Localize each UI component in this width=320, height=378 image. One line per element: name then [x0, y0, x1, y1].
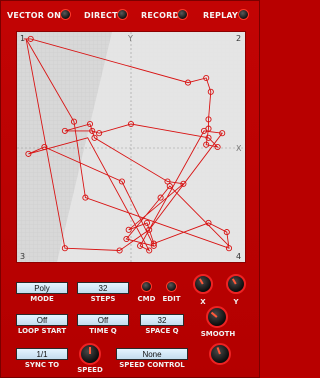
speed-label: SPEED [77, 366, 103, 374]
direct-led-button[interactable] [117, 9, 128, 20]
vector-pad-graphics: 1 2 3 4 Y X [17, 32, 245, 262]
speed-control-display[interactable]: None [116, 348, 188, 360]
smooth-label: SMOOTH [200, 330, 236, 338]
corner-label-1: 1 [20, 34, 25, 43]
space-q-display[interactable]: 32 [140, 314, 184, 326]
speed-control-knob[interactable] [209, 343, 231, 365]
cmd-label: CMD [137, 295, 156, 303]
space-q-label: SPACE Q [145, 327, 179, 335]
vector-on-label: VECTOR ON [7, 11, 62, 20]
mode-display[interactable]: Poly [16, 282, 68, 294]
loop-start-display[interactable]: Off [16, 314, 68, 326]
x-knob-label: X [200, 298, 206, 306]
vector-on-led-button[interactable] [60, 9, 71, 20]
sync-to-display[interactable]: 1/1 [16, 348, 68, 360]
corner-label-2: 2 [236, 34, 241, 43]
x-knob[interactable] [193, 274, 213, 294]
steps-display[interactable]: 32 [77, 282, 129, 294]
steps-label: STEPS [90, 295, 116, 303]
mode-label: MODE [30, 295, 54, 303]
record-led-button[interactable] [177, 9, 188, 20]
speed-knob[interactable] [79, 343, 101, 365]
speed-control-label: SPEED CONTROL [119, 361, 185, 369]
time-q-label: TIME Q [89, 327, 117, 335]
sync-to-label: SYNC TO [24, 361, 60, 369]
corner-label-4: 4 [236, 252, 241, 261]
edit-label: EDIT [162, 295, 181, 303]
edit-led-button[interactable] [166, 281, 177, 292]
loop-start-label: LOOP START [17, 327, 67, 335]
smooth-knob[interactable] [206, 306, 228, 328]
time-q-display[interactable]: Off [77, 314, 129, 326]
y-knob[interactable] [226, 274, 246, 294]
axis-mark-x: X [236, 144, 242, 153]
direct-label: DIRECT [84, 11, 118, 20]
corner-label-3: 3 [20, 252, 25, 261]
replay-led-button[interactable] [238, 9, 249, 20]
record-label: RECORD [141, 11, 180, 20]
vector-panel: VECTOR ON DIRECT RECORD REPLAY 1 2 3 4 Y… [0, 0, 260, 378]
vector-pad[interactable]: 1 2 3 4 Y X [16, 31, 246, 263]
axis-mark-y: Y [127, 34, 133, 43]
cmd-led-button[interactable] [141, 281, 152, 292]
y-knob-label: Y [233, 298, 239, 306]
replay-label: REPLAY [203, 11, 239, 20]
